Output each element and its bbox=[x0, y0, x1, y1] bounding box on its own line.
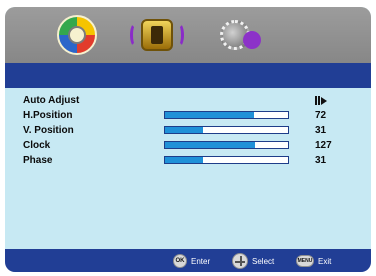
screen-frame: Auto Adjust H.Position 72 V. Position 31… bbox=[0, 0, 376, 276]
select-label: Select bbox=[252, 256, 275, 266]
enter-label: Enter bbox=[191, 256, 211, 266]
osd-footer: OK Enter Select MENU Exit bbox=[5, 249, 371, 272]
ok-button-icon: OK bbox=[173, 254, 187, 268]
h-position-slider[interactable] bbox=[164, 111, 289, 119]
menu-item-label: H.Position bbox=[23, 110, 73, 121]
exit-label: Exit bbox=[318, 256, 332, 266]
menu-item-value: 127 bbox=[315, 140, 332, 151]
menu-item-label: V. Position bbox=[23, 125, 74, 136]
menu-item-value: 31 bbox=[315, 155, 327, 166]
v-position-slider[interactable] bbox=[164, 126, 289, 134]
menu-item-phase[interactable]: Phase 31 bbox=[23, 153, 343, 168]
menu-item-label: Clock bbox=[23, 140, 51, 151]
menu-item-value: 31 bbox=[315, 125, 327, 136]
menu-list: Auto Adjust H.Position 72 V. Position 31… bbox=[23, 93, 343, 168]
setup-icon bbox=[220, 20, 261, 50]
audio-wave-left-icon bbox=[130, 23, 140, 47]
slider-fill bbox=[165, 142, 255, 148]
menu-item-label: Auto Adjust bbox=[23, 95, 80, 106]
play-icon bbox=[315, 96, 331, 105]
menu-button-icon: MENU bbox=[296, 255, 314, 267]
menu-title-band bbox=[5, 63, 371, 88]
menu-item-auto-adjust[interactable]: Auto Adjust bbox=[23, 93, 343, 108]
tab-setup[interactable] bbox=[213, 13, 261, 57]
audio-icon bbox=[141, 19, 173, 51]
clock-slider[interactable] bbox=[164, 141, 289, 149]
audio-wave-right-icon bbox=[174, 23, 184, 47]
dpad-icon bbox=[232, 253, 248, 269]
hint-select: Select bbox=[232, 253, 275, 269]
osd-tab-bar bbox=[5, 7, 371, 63]
tab-audio[interactable] bbox=[130, 13, 184, 57]
menu-item-value: 72 bbox=[315, 110, 327, 121]
hint-exit: MENU Exit bbox=[296, 254, 331, 268]
menu-item-label: Phase bbox=[23, 155, 53, 166]
osd-panel: Auto Adjust H.Position 72 V. Position 31… bbox=[5, 7, 371, 272]
menu-item-v-position[interactable]: V. Position 31 bbox=[23, 123, 343, 138]
hint-enter: OK Enter bbox=[173, 254, 210, 268]
phase-slider[interactable] bbox=[164, 156, 289, 164]
slider-fill bbox=[165, 112, 254, 118]
menu-item-h-position[interactable]: H.Position 72 bbox=[23, 108, 343, 123]
picture-icon bbox=[57, 15, 97, 55]
slider-fill bbox=[165, 127, 204, 133]
slider-fill bbox=[165, 157, 204, 163]
tab-picture[interactable] bbox=[55, 13, 99, 57]
menu-item-clock[interactable]: Clock 127 bbox=[23, 138, 343, 153]
